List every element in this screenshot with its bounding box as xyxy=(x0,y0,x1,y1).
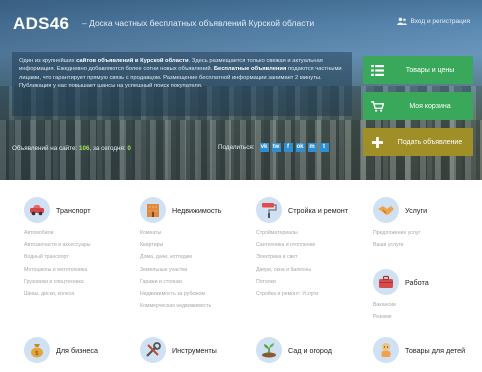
odnoklassniki-share-icon[interactable]: ok xyxy=(295,143,305,152)
sprout-icon[interactable] xyxy=(256,337,282,363)
cart-icon xyxy=(363,92,391,120)
money-bag-icon[interactable]: $ xyxy=(24,337,50,363)
category-title[interactable]: Сад и огород xyxy=(288,346,332,355)
subcategory-link[interactable]: Автозапчасти и аксессуары xyxy=(24,239,91,251)
category-title[interactable]: Для бизнеса xyxy=(56,346,98,355)
category-title[interactable]: Товары для детей xyxy=(405,346,465,355)
category-title[interactable]: Недвижимость xyxy=(172,206,221,215)
my-cart-button[interactable]: Моя корзина xyxy=(363,92,473,120)
briefcase-icon[interactable] xyxy=(373,269,399,295)
my-cart-label: Моя корзина xyxy=(409,102,451,110)
category-construction: Стройка и ремонт Стройматериалы Сантехни… xyxy=(256,197,348,300)
subcategory-link[interactable]: Сантехника и отопление xyxy=(256,239,348,251)
subcategory-link[interactable]: Стройка и ремонт: Услуги xyxy=(256,288,348,300)
subcategory-link[interactable]: Потолки xyxy=(256,276,348,288)
mailru-share-icon[interactable]: m xyxy=(307,143,317,152)
subcategory-link[interactable]: Недвижимость за рубежом xyxy=(140,288,221,300)
category-garden: Сад и огород xyxy=(256,337,332,363)
paint-roller-icon[interactable] xyxy=(256,197,282,223)
telegram-share-icon[interactable]: t xyxy=(319,143,329,152)
login-link[interactable]: Вход и регистрация xyxy=(397,17,470,25)
subcategory-link[interactable]: Вакансии xyxy=(373,299,429,311)
subcategory-link[interactable]: Шины, диски, колеса xyxy=(24,288,91,300)
ads-today: 0 xyxy=(127,145,131,152)
category-real-estate: Недвижимость Комнаты Квартиры Дома, дачи… xyxy=(140,197,221,312)
user-icon xyxy=(397,17,408,25)
building-icon[interactable] xyxy=(140,197,166,223)
twitter-share-icon[interactable]: tw xyxy=(271,143,281,152)
category-title[interactable]: Услуги xyxy=(405,206,427,215)
intro-link-sites[interactable]: сайтов объявлений в Курской области xyxy=(76,58,188,64)
subcategory-link[interactable]: Дома, дачи, коттеджи xyxy=(140,251,221,263)
intro-link-free-ads[interactable]: Бесплатные объявления xyxy=(214,66,287,72)
post-ad-button[interactable]: Подать объявление xyxy=(363,128,473,156)
subcategory-link[interactable]: Комнаты xyxy=(140,227,221,239)
subcategory-link[interactable]: Двери, окна и балконы xyxy=(256,264,348,276)
category-title[interactable]: Инструменты xyxy=(172,346,217,355)
subcategory-link[interactable]: Квартиры xyxy=(140,239,221,251)
site-logo[interactable]: ADS46 xyxy=(13,14,69,34)
subcategory-link[interactable]: Грузовики и спецтехника xyxy=(24,276,91,288)
intro-box: Один из крупнейших сайтов объявлений в К… xyxy=(12,52,352,116)
site-tagline: – Доска частных бесплатных объявлений Ку… xyxy=(82,18,315,28)
goods-prices-label: Товары и цены xyxy=(405,66,455,74)
category-transport: Транспорт Автомобили Автозапчасти и аксе… xyxy=(24,197,91,300)
vk-share-icon[interactable]: vk xyxy=(259,143,269,152)
category-title[interactable]: Работа xyxy=(405,278,429,287)
subcategory-link[interactable]: Ваши услуги xyxy=(373,239,427,251)
category-jobs: Работа Вакансии Резюме xyxy=(373,269,429,323)
category-title[interactable]: Стройка и ремонт xyxy=(288,206,348,215)
login-label: Вход и регистрация xyxy=(410,17,470,25)
list-icon xyxy=(363,56,391,84)
handshake-icon[interactable] xyxy=(373,197,399,223)
category-services: Услуги Предложение услуг Ваши услуги xyxy=(373,197,427,251)
subcategory-link[interactable]: Водный транспорт xyxy=(24,251,91,263)
category-business: $ Для бизнеса xyxy=(24,337,98,363)
subcategory-link[interactable]: Резюме xyxy=(373,311,429,323)
category-title[interactable]: Транспорт xyxy=(56,206,91,215)
plus-icon xyxy=(363,128,391,156)
hero-banner: ADS46 – Доска частных бесплатных объявле… xyxy=(0,0,482,180)
intro-text: Один из крупнейших сайтов объявлений в К… xyxy=(19,58,342,90)
svg-text:$: $ xyxy=(35,349,39,357)
subcategory-link[interactable]: Предложение услуг xyxy=(373,227,427,239)
subcategory-link[interactable]: Электрика и свет xyxy=(256,251,348,263)
subcategory-link[interactable]: Коммерческая недвижимость xyxy=(140,300,221,312)
category-tools: Инструменты xyxy=(140,337,217,363)
share-bar: Поделиться: vk tw f ok m t xyxy=(218,143,329,152)
subcategory-link[interactable]: Автомобили xyxy=(24,227,91,239)
goods-prices-button[interactable]: Товары и цены xyxy=(363,56,473,84)
ads-counter: Объявлений на сайте: 106, за сегодня: 0 xyxy=(12,145,131,152)
subcategory-link[interactable]: Гаражи и стоянки xyxy=(140,276,221,288)
subcategory-link[interactable]: Стройматериалы xyxy=(256,227,348,239)
facebook-share-icon[interactable]: f xyxy=(283,143,293,152)
subcategory-link[interactable]: Земельные участки xyxy=(140,264,221,276)
post-ad-label: Подать объявление xyxy=(397,138,463,146)
share-label: Поделиться: xyxy=(218,144,255,151)
ads-total: 106 xyxy=(79,145,90,152)
baby-icon[interactable] xyxy=(373,337,399,363)
subcategory-link[interactable]: Мотоциклы и мототехника xyxy=(24,264,91,276)
category-kids: Товары для детей xyxy=(373,337,465,363)
tools-icon[interactable] xyxy=(140,337,166,363)
car-icon[interactable] xyxy=(24,197,50,223)
